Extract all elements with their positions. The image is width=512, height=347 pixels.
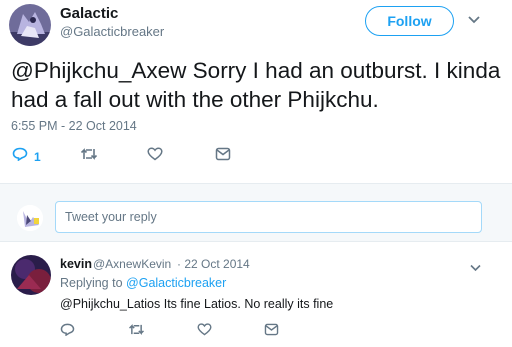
reply-input[interactable]: Tweet your reply [55, 201, 482, 233]
retweet-button[interactable] [80, 147, 98, 166]
retweet-icon [80, 147, 98, 166]
retweet-button[interactable] [128, 323, 145, 341]
direct-message-icon [215, 147, 231, 166]
divider [0, 241, 512, 242]
tweet-text: @Phijkchu_Axew Sorry I had an outburst. … [11, 58, 501, 112]
like-icon [197, 323, 212, 341]
like-icon [147, 147, 163, 166]
like-button[interactable] [147, 147, 163, 166]
avatar[interactable] [11, 255, 51, 295]
reply-date[interactable]: · 22 Oct 2014 [177, 257, 250, 271]
direct-message-icon [264, 323, 279, 341]
direct-message-button[interactable] [215, 147, 231, 166]
retweet-icon [128, 323, 145, 341]
reply-icon [60, 323, 75, 341]
reply-icon [12, 147, 28, 166]
reply-button[interactable] [60, 323, 75, 341]
follow-button[interactable]: Follow [365, 6, 454, 36]
reply-button[interactable]: 1 [12, 147, 41, 166]
chevron-down-icon[interactable] [466, 13, 482, 25]
reply-count: 1 [34, 149, 41, 164]
replying-to-link[interactable]: @Galacticbreaker [126, 276, 226, 290]
replying-to-label: Replying to [60, 276, 123, 290]
chevron-down-icon[interactable] [469, 260, 482, 272]
reply-user-handle[interactable]: @AxnewKevin [93, 257, 171, 271]
reply-text: @Phijkchu_Latios Its fine Latios. No rea… [60, 297, 334, 311]
direct-message-button[interactable] [264, 323, 279, 341]
like-button[interactable] [197, 323, 212, 341]
tweet-timestamp[interactable]: 6:55 PM - 22 Oct 2014 [11, 119, 137, 133]
avatar[interactable] [9, 4, 51, 46]
composer-avatar [17, 205, 43, 231]
user-handle[interactable]: @Galacticbreaker [60, 24, 164, 39]
display-name[interactable]: Galactic [60, 5, 118, 22]
reply-display-name[interactable]: kevin [60, 257, 92, 271]
replying-to: Replying to @Galacticbreaker [60, 276, 226, 290]
